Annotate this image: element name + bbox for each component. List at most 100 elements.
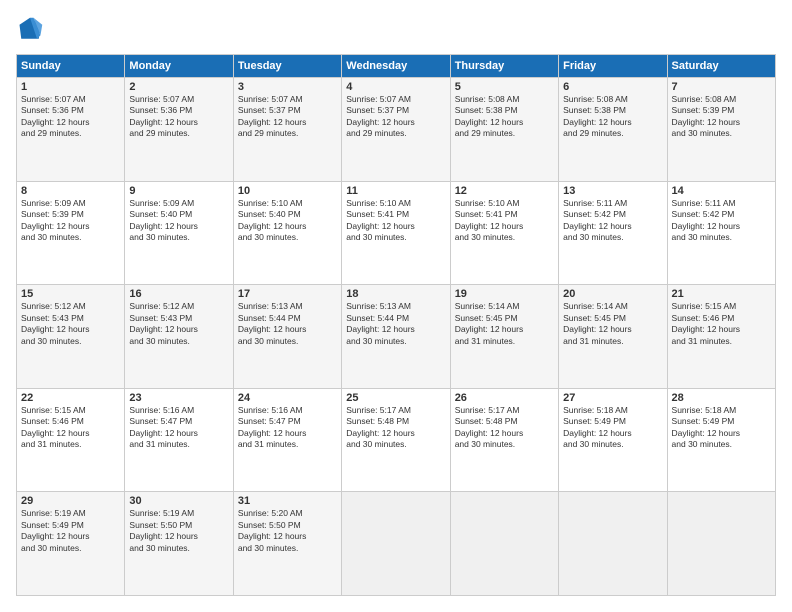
calendar-cell: 13Sunrise: 5:11 AMSunset: 5:42 PMDayligh… [559,181,667,285]
calendar-cell: 3Sunrise: 5:07 AMSunset: 5:37 PMDaylight… [233,78,341,182]
weekday-header-monday: Monday [125,55,233,78]
day-info: Sunrise: 5:18 AMSunset: 5:49 PMDaylight:… [563,405,662,451]
calendar-cell: 17Sunrise: 5:13 AMSunset: 5:44 PMDayligh… [233,285,341,389]
calendar-cell: 16Sunrise: 5:12 AMSunset: 5:43 PMDayligh… [125,285,233,389]
day-info: Sunrise: 5:20 AMSunset: 5:50 PMDaylight:… [238,508,337,554]
day-info: Sunrise: 5:19 AMSunset: 5:49 PMDaylight:… [21,508,120,554]
day-number: 3 [238,81,337,93]
day-number: 17 [238,288,337,300]
day-number: 19 [455,288,554,300]
week-row-3: 15Sunrise: 5:12 AMSunset: 5:43 PMDayligh… [17,285,776,389]
day-number: 11 [346,185,445,197]
weekday-header-sunday: Sunday [17,55,125,78]
day-number: 26 [455,392,554,404]
day-info: Sunrise: 5:10 AMSunset: 5:41 PMDaylight:… [346,198,445,244]
day-number: 22 [21,392,120,404]
calendar-cell [450,492,558,596]
day-number: 16 [129,288,228,300]
day-number: 8 [21,185,120,197]
day-info: Sunrise: 5:14 AMSunset: 5:45 PMDaylight:… [455,301,554,347]
calendar-cell: 10Sunrise: 5:10 AMSunset: 5:40 PMDayligh… [233,181,341,285]
calendar-cell: 15Sunrise: 5:12 AMSunset: 5:43 PMDayligh… [17,285,125,389]
calendar-cell: 23Sunrise: 5:16 AMSunset: 5:47 PMDayligh… [125,388,233,492]
day-info: Sunrise: 5:13 AMSunset: 5:44 PMDaylight:… [346,301,445,347]
day-info: Sunrise: 5:15 AMSunset: 5:46 PMDaylight:… [21,405,120,451]
day-info: Sunrise: 5:09 AMSunset: 5:40 PMDaylight:… [129,198,228,244]
calendar-cell: 21Sunrise: 5:15 AMSunset: 5:46 PMDayligh… [667,285,775,389]
day-info: Sunrise: 5:07 AMSunset: 5:36 PMDaylight:… [21,94,120,140]
day-info: Sunrise: 5:07 AMSunset: 5:36 PMDaylight:… [129,94,228,140]
day-info: Sunrise: 5:17 AMSunset: 5:48 PMDaylight:… [455,405,554,451]
day-info: Sunrise: 5:08 AMSunset: 5:38 PMDaylight:… [455,94,554,140]
day-number: 28 [672,392,771,404]
calendar-cell: 6Sunrise: 5:08 AMSunset: 5:38 PMDaylight… [559,78,667,182]
day-number: 5 [455,81,554,93]
day-number: 4 [346,81,445,93]
day-number: 15 [21,288,120,300]
calendar-cell: 22Sunrise: 5:15 AMSunset: 5:46 PMDayligh… [17,388,125,492]
day-info: Sunrise: 5:17 AMSunset: 5:48 PMDaylight:… [346,405,445,451]
day-info: Sunrise: 5:07 AMSunset: 5:37 PMDaylight:… [238,94,337,140]
day-number: 21 [672,288,771,300]
calendar-cell: 27Sunrise: 5:18 AMSunset: 5:49 PMDayligh… [559,388,667,492]
weekday-header-thursday: Thursday [450,55,558,78]
day-number: 14 [672,185,771,197]
day-number: 7 [672,81,771,93]
day-number: 9 [129,185,228,197]
calendar-table: SundayMondayTuesdayWednesdayThursdayFrid… [16,54,776,596]
calendar-cell: 28Sunrise: 5:18 AMSunset: 5:49 PMDayligh… [667,388,775,492]
weekday-header-tuesday: Tuesday [233,55,341,78]
calendar-cell: 8Sunrise: 5:09 AMSunset: 5:39 PMDaylight… [17,181,125,285]
calendar-cell: 2Sunrise: 5:07 AMSunset: 5:36 PMDaylight… [125,78,233,182]
calendar-cell: 24Sunrise: 5:16 AMSunset: 5:47 PMDayligh… [233,388,341,492]
weekday-header-row: SundayMondayTuesdayWednesdayThursdayFrid… [17,55,776,78]
day-info: Sunrise: 5:09 AMSunset: 5:39 PMDaylight:… [21,198,120,244]
week-row-5: 29Sunrise: 5:19 AMSunset: 5:49 PMDayligh… [17,492,776,596]
calendar-cell: 5Sunrise: 5:08 AMSunset: 5:38 PMDaylight… [450,78,558,182]
day-number: 13 [563,185,662,197]
calendar-cell: 9Sunrise: 5:09 AMSunset: 5:40 PMDaylight… [125,181,233,285]
day-number: 27 [563,392,662,404]
day-number: 25 [346,392,445,404]
day-number: 2 [129,81,228,93]
calendar-cell [559,492,667,596]
day-info: Sunrise: 5:16 AMSunset: 5:47 PMDaylight:… [238,405,337,451]
day-number: 29 [21,495,120,507]
weekday-header-friday: Friday [559,55,667,78]
header [16,16,776,44]
day-info: Sunrise: 5:12 AMSunset: 5:43 PMDaylight:… [129,301,228,347]
day-number: 12 [455,185,554,197]
day-info: Sunrise: 5:16 AMSunset: 5:47 PMDaylight:… [129,405,228,451]
day-info: Sunrise: 5:10 AMSunset: 5:40 PMDaylight:… [238,198,337,244]
calendar-cell: 31Sunrise: 5:20 AMSunset: 5:50 PMDayligh… [233,492,341,596]
page: SundayMondayTuesdayWednesdayThursdayFrid… [0,0,792,612]
day-number: 18 [346,288,445,300]
day-info: Sunrise: 5:18 AMSunset: 5:49 PMDaylight:… [672,405,771,451]
calendar-cell: 4Sunrise: 5:07 AMSunset: 5:37 PMDaylight… [342,78,450,182]
calendar-cell: 19Sunrise: 5:14 AMSunset: 5:45 PMDayligh… [450,285,558,389]
day-info: Sunrise: 5:12 AMSunset: 5:43 PMDaylight:… [21,301,120,347]
calendar-cell: 26Sunrise: 5:17 AMSunset: 5:48 PMDayligh… [450,388,558,492]
weekday-header-saturday: Saturday [667,55,775,78]
calendar-cell: 14Sunrise: 5:11 AMSunset: 5:42 PMDayligh… [667,181,775,285]
day-info: Sunrise: 5:07 AMSunset: 5:37 PMDaylight:… [346,94,445,140]
day-number: 1 [21,81,120,93]
day-info: Sunrise: 5:11 AMSunset: 5:42 PMDaylight:… [672,198,771,244]
calendar-cell: 1Sunrise: 5:07 AMSunset: 5:36 PMDaylight… [17,78,125,182]
day-number: 23 [129,392,228,404]
day-info: Sunrise: 5:08 AMSunset: 5:38 PMDaylight:… [563,94,662,140]
day-number: 30 [129,495,228,507]
day-info: Sunrise: 5:10 AMSunset: 5:41 PMDaylight:… [455,198,554,244]
day-info: Sunrise: 5:15 AMSunset: 5:46 PMDaylight:… [672,301,771,347]
logo [16,16,48,44]
calendar-cell: 7Sunrise: 5:08 AMSunset: 5:39 PMDaylight… [667,78,775,182]
calendar-cell [667,492,775,596]
day-number: 10 [238,185,337,197]
week-row-1: 1Sunrise: 5:07 AMSunset: 5:36 PMDaylight… [17,78,776,182]
day-number: 6 [563,81,662,93]
day-number: 20 [563,288,662,300]
day-info: Sunrise: 5:11 AMSunset: 5:42 PMDaylight:… [563,198,662,244]
day-info: Sunrise: 5:08 AMSunset: 5:39 PMDaylight:… [672,94,771,140]
calendar-cell: 25Sunrise: 5:17 AMSunset: 5:48 PMDayligh… [342,388,450,492]
day-number: 24 [238,392,337,404]
